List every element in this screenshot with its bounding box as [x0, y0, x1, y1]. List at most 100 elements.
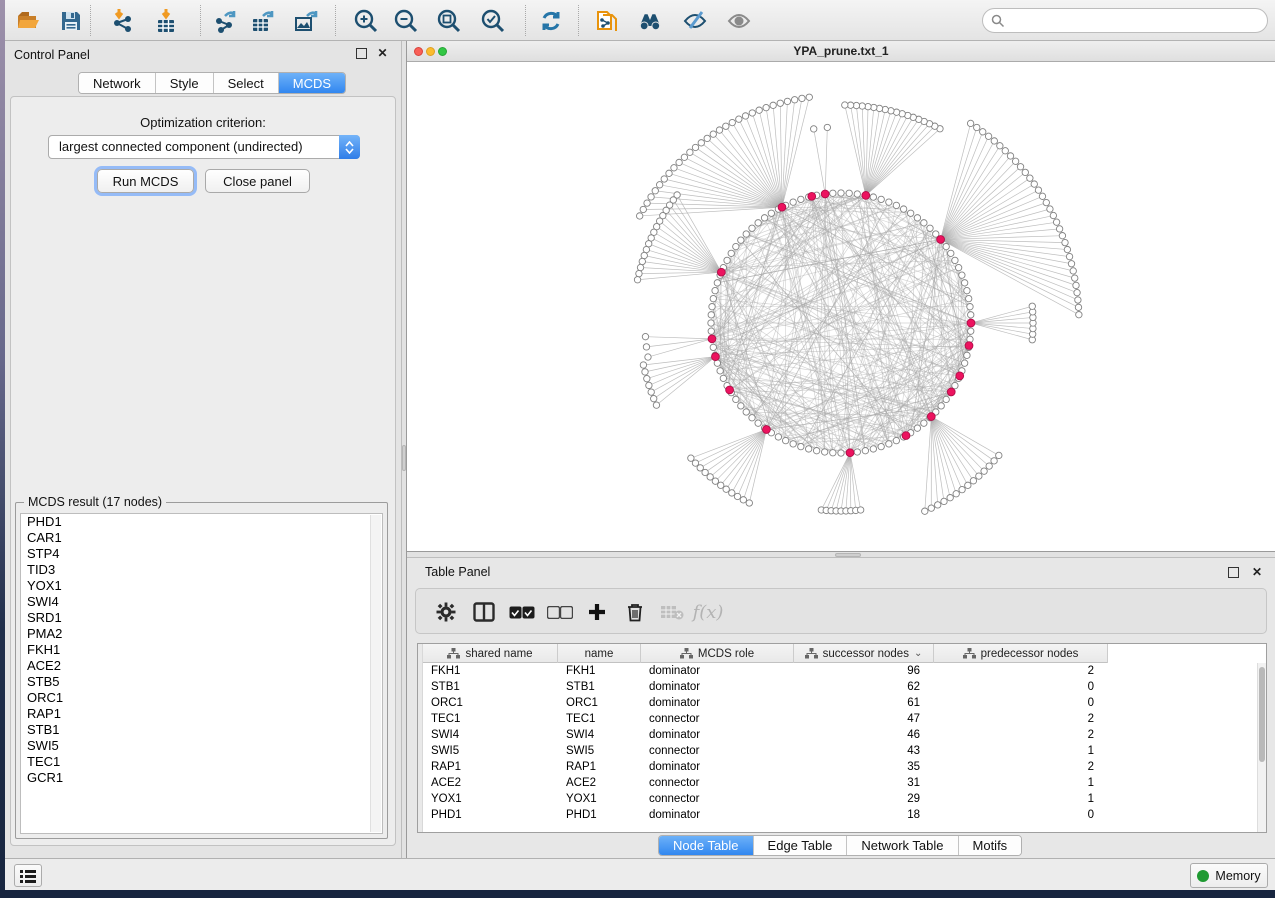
mcds-result-item[interactable]: ORC1	[21, 690, 382, 706]
clone-network-icon[interactable]	[593, 7, 620, 34]
mcds-hub-node[interactable]	[821, 190, 829, 198]
mcds-hub-node[interactable]	[763, 426, 771, 434]
table-row[interactable]: SWI4SWI4dominator462	[423, 727, 1257, 743]
mcds-hub-node[interactable]	[956, 372, 964, 380]
close-panel-icon[interactable]: ✕	[376, 48, 389, 61]
select-all-rows-icon[interactable]	[508, 598, 536, 626]
table-row[interactable]: YOX1YOX1connector291	[423, 791, 1257, 807]
search-network-icon[interactable]	[636, 7, 663, 34]
show-panels-list-icon[interactable]	[14, 864, 42, 887]
show-columns-icon[interactable]	[470, 598, 498, 626]
search-input[interactable]	[1005, 14, 1267, 28]
mcds-result-item[interactable]: FKH1	[21, 642, 382, 658]
mcds-hub-node[interactable]	[846, 449, 854, 457]
zoom-fit-icon[interactable]	[435, 7, 462, 34]
column-header-successor-nodes[interactable]: successor nodes⌄	[794, 644, 934, 663]
mcds-result-item[interactable]: STB5	[21, 674, 382, 690]
table-row[interactable]: FKH1FKH1dominator962	[423, 663, 1257, 679]
import-table-icon[interactable]	[152, 7, 179, 34]
table-row[interactable]: RAP1RAP1dominator352	[423, 759, 1257, 775]
table-row[interactable]: ORC1ORC1dominator610	[423, 695, 1257, 711]
mcds-result-item[interactable]: SWI5	[21, 738, 382, 754]
add-column-icon[interactable]	[583, 598, 611, 626]
column-header-name[interactable]: name	[558, 644, 641, 663]
mcds-hub-node[interactable]	[937, 236, 945, 244]
hide-selected-icon[interactable]	[681, 7, 708, 34]
tab-motifs[interactable]: Motifs	[959, 836, 1022, 855]
mcds-hub-node[interactable]	[717, 268, 725, 276]
mcds-result-item[interactable]: SRD1	[21, 610, 382, 626]
network-canvas[interactable]	[407, 62, 1275, 551]
table-scrollbar[interactable]	[1257, 663, 1266, 832]
tab-edge-table[interactable]: Edge Table	[754, 836, 848, 855]
mcds-result-item[interactable]: CAR1	[21, 530, 382, 546]
mcds-result-list[interactable]: PHD1CAR1STP4TID3YOX1SWI4SRD1PMA2FKH1ACE2…	[20, 513, 383, 834]
export-network-icon[interactable]	[212, 7, 239, 34]
run-mcds-button[interactable]: Run MCDS	[97, 169, 194, 193]
delete-table-icon[interactable]	[658, 598, 686, 626]
mcds-hub-node[interactable]	[726, 386, 734, 394]
network-graph[interactable]	[407, 62, 1275, 551]
mcds-result-item[interactable]: STP4	[21, 546, 382, 562]
mcds-hub-node[interactable]	[808, 192, 816, 200]
export-image-icon[interactable]	[292, 7, 319, 34]
close-panel-button[interactable]: Close panel	[205, 169, 310, 193]
memory-button[interactable]: Memory	[1190, 863, 1268, 888]
network-frame-titlebar[interactable]: YPA_prune.txt_1	[407, 41, 1275, 62]
zoom-selected-icon[interactable]	[479, 7, 506, 34]
mcds-result-item[interactable]: PMA2	[21, 626, 382, 642]
horizontal-splitter[interactable]	[407, 551, 1275, 558]
mcds-hub-node[interactable]	[778, 203, 786, 211]
zoom-in-icon[interactable]	[352, 7, 379, 34]
splitter-grip[interactable]	[402, 445, 406, 471]
list-scrollbar[interactable]	[370, 515, 381, 832]
mcds-result-item[interactable]: ACE2	[21, 658, 382, 674]
table-row[interactable]: SWI5SWI5connector431	[423, 743, 1257, 759]
float-panel-icon[interactable]	[356, 48, 367, 59]
tab-network[interactable]: Network	[79, 73, 156, 93]
scrollbar-thumb[interactable]	[1259, 667, 1265, 762]
tab-node-table[interactable]: Node Table	[659, 836, 754, 855]
export-table-icon[interactable]	[249, 7, 276, 34]
column-header-predecessor-nodes[interactable]: predecessor nodes	[934, 644, 1108, 663]
mcds-hub-node[interactable]	[708, 335, 716, 343]
mcds-hub-node[interactable]	[862, 191, 870, 199]
table-settings-gear-icon[interactable]	[432, 598, 460, 626]
column-header-MCDS-role[interactable]: MCDS role	[641, 644, 794, 663]
tab-mcds[interactable]: MCDS	[279, 73, 345, 93]
mcds-result-item[interactable]: SWI4	[21, 594, 382, 610]
table-row[interactable]: ACE2ACE2connector311	[423, 775, 1257, 791]
mcds-result-item[interactable]: TID3	[21, 562, 382, 578]
splitter-grip[interactable]	[835, 553, 861, 557]
save-session-icon[interactable]	[57, 7, 84, 34]
network-search-box[interactable]	[982, 8, 1268, 33]
deselect-all-rows-icon[interactable]	[546, 598, 574, 626]
mcds-hub-node[interactable]	[712, 353, 720, 361]
delete-column-icon[interactable]	[621, 598, 649, 626]
tab-select[interactable]: Select	[214, 73, 279, 93]
mcds-result-item[interactable]: YOX1	[21, 578, 382, 594]
open-session-icon[interactable]	[14, 7, 41, 34]
mcds-result-item[interactable]: PHD1	[21, 514, 382, 530]
tab-network-table[interactable]: Network Table	[847, 836, 958, 855]
table-row[interactable]: PHD1PHD1dominator180	[423, 807, 1257, 823]
mcds-hub-node[interactable]	[927, 413, 935, 421]
mcds-hub-node[interactable]	[967, 319, 975, 327]
close-panel-icon[interactable]: ✕	[1252, 567, 1262, 578]
import-network-icon[interactable]	[109, 7, 136, 34]
table-row[interactable]: STB1STB1dominator620	[423, 679, 1257, 695]
refresh-icon[interactable]	[537, 7, 564, 34]
mcds-result-item[interactable]: RAP1	[21, 706, 382, 722]
zoom-out-icon[interactable]	[392, 7, 419, 34]
show-all-icon[interactable]	[725, 7, 752, 34]
optimization-criterion-select[interactable]: largest connected component (undirected)	[48, 135, 360, 159]
mcds-hub-node[interactable]	[947, 388, 955, 396]
float-panel-icon[interactable]	[1228, 567, 1239, 578]
mcds-result-item[interactable]: TEC1	[21, 754, 382, 770]
mcds-result-item[interactable]: GCR1	[21, 770, 382, 786]
column-header-shared-name[interactable]: shared name	[423, 644, 558, 663]
mcds-hub-node[interactable]	[965, 342, 973, 350]
mcds-result-item[interactable]: STB1	[21, 722, 382, 738]
function-builder-icon[interactable]: f(x)	[694, 598, 722, 626]
tab-style[interactable]: Style	[156, 73, 214, 93]
